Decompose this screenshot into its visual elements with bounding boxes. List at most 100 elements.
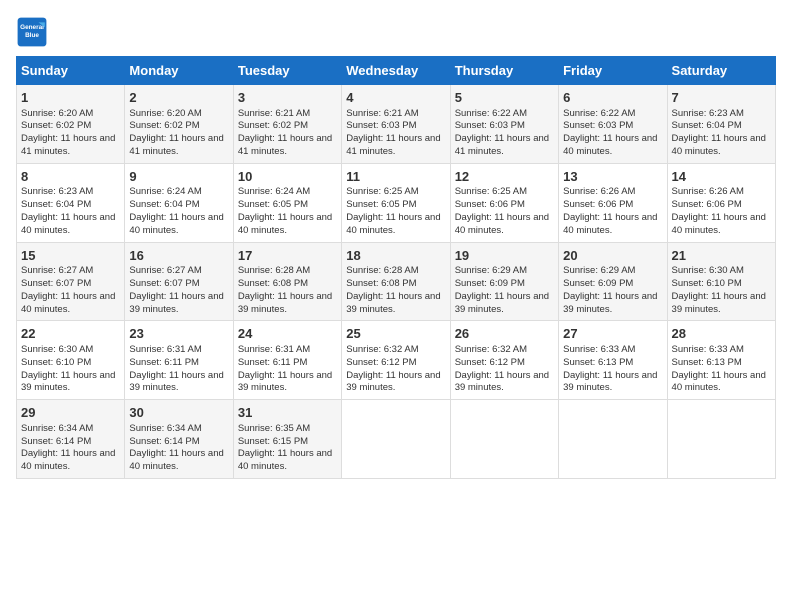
day-cell-11: 11Sunrise: 6:25 AMSunset: 6:05 PMDayligh… [342,163,450,242]
sunset-label: Sunset: 6:02 PM [129,120,199,131]
sunset-label: Sunset: 6:06 PM [563,199,633,210]
day-number: 19 [455,247,554,265]
sunset-label: Sunset: 6:09 PM [563,278,633,289]
daylight-label: Daylight: 11 hours and 39 minutes. [563,370,657,394]
sunrise-label: Sunrise: 6:21 AM [238,108,310,119]
sunset-label: Sunset: 6:10 PM [672,278,742,289]
daylight-label: Daylight: 11 hours and 40 minutes. [672,212,766,236]
day-cell-12: 12Sunrise: 6:25 AMSunset: 6:06 PMDayligh… [450,163,558,242]
day-cell-15: 15Sunrise: 6:27 AMSunset: 6:07 PMDayligh… [17,242,125,321]
day-number: 1 [21,89,120,107]
daylight-label: Daylight: 11 hours and 39 minutes. [672,291,766,315]
daylight-label: Daylight: 11 hours and 41 minutes. [346,133,440,157]
sunset-label: Sunset: 6:05 PM [346,199,416,210]
day-cell-22: 22Sunrise: 6:30 AMSunset: 6:10 PMDayligh… [17,321,125,400]
sunrise-label: Sunrise: 6:32 AM [346,344,418,355]
day-cell-16: 16Sunrise: 6:27 AMSunset: 6:07 PMDayligh… [125,242,233,321]
day-number: 2 [129,89,228,107]
logo-icon: General Blue [16,16,48,48]
day-number: 9 [129,168,228,186]
sunset-label: Sunset: 6:12 PM [346,357,416,368]
weekday-header-sunday: Sunday [17,57,125,85]
daylight-label: Daylight: 11 hours and 40 minutes. [21,448,115,472]
daylight-label: Daylight: 11 hours and 40 minutes. [672,133,766,157]
day-cell-6: 6Sunrise: 6:22 AMSunset: 6:03 PMDaylight… [559,85,667,164]
day-number: 5 [455,89,554,107]
day-cell-21: 21Sunrise: 6:30 AMSunset: 6:10 PMDayligh… [667,242,775,321]
day-number: 15 [21,247,120,265]
sunrise-label: Sunrise: 6:24 AM [129,186,201,197]
sunset-label: Sunset: 6:11 PM [238,357,308,368]
sunrise-label: Sunrise: 6:34 AM [21,423,93,434]
sunset-label: Sunset: 6:02 PM [238,120,308,131]
daylight-label: Daylight: 11 hours and 40 minutes. [129,448,223,472]
sunset-label: Sunset: 6:05 PM [238,199,308,210]
week-row-3: 15Sunrise: 6:27 AM Sunset: 6:07 PM Dayligh… [17,242,776,321]
sunrise-label: Sunrise: 6:35 AM [238,423,310,434]
sunset-label: Sunset: 6:04 PM [129,199,199,210]
day-cell-20: 20Sunrise: 6:29 AMSunset: 6:09 PMDayligh… [559,242,667,321]
sunset-label: Sunset: 6:13 PM [672,357,742,368]
day-cell-5: 5Sunrise: 6:22 AMSunset: 6:03 PMDaylight… [450,85,558,164]
daylight-label: Daylight: 11 hours and 39 minutes. [563,291,657,315]
day-number: 13 [563,168,662,186]
day-number: 26 [455,325,554,343]
day-number: 16 [129,247,228,265]
sunset-label: Sunset: 6:04 PM [672,120,742,131]
day-cell-7: 7Sunrise: 6:23 AMSunset: 6:04 PMDaylight… [667,85,775,164]
weekday-header-tuesday: Tuesday [233,57,341,85]
day-cell-28: 28Sunrise: 6:33 AMSunset: 6:13 PMDayligh… [667,321,775,400]
empty-cell [667,400,775,479]
sunset-label: Sunset: 6:10 PM [21,357,91,368]
day-number: 30 [129,404,228,422]
daylight-label: Daylight: 11 hours and 40 minutes. [563,212,657,236]
day-cell-19: 19Sunrise: 6:29 AMSunset: 6:09 PMDayligh… [450,242,558,321]
sunrise-label: Sunrise: 6:27 AM [21,265,93,276]
sunrise-label: Sunrise: 6:33 AM [563,344,635,355]
daylight-label: Daylight: 11 hours and 40 minutes. [21,212,115,236]
daylight-label: Daylight: 11 hours and 41 minutes. [129,133,223,157]
daylight-label: Daylight: 11 hours and 40 minutes. [21,291,115,315]
day-cell-8: 8Sunrise: 6:23 AMSunset: 6:04 PMDaylight… [17,163,125,242]
sunrise-label: Sunrise: 6:24 AM [238,186,310,197]
sunrise-label: Sunrise: 6:25 AM [455,186,527,197]
weekday-header-saturday: Saturday [667,57,775,85]
sunset-label: Sunset: 6:08 PM [238,278,308,289]
daylight-label: Daylight: 11 hours and 40 minutes. [129,212,223,236]
sunrise-label: Sunrise: 6:22 AM [455,108,527,119]
sunset-label: Sunset: 6:06 PM [672,199,742,210]
sunrise-label: Sunrise: 6:31 AM [238,344,310,355]
sunrise-label: Sunrise: 6:28 AM [346,265,418,276]
daylight-label: Daylight: 11 hours and 40 minutes. [238,212,332,236]
sunset-label: Sunset: 6:03 PM [346,120,416,131]
day-number: 20 [563,247,662,265]
empty-cell [559,400,667,479]
day-number: 22 [21,325,120,343]
day-number: 18 [346,247,445,265]
daylight-label: Daylight: 11 hours and 40 minutes. [672,370,766,394]
daylight-label: Daylight: 11 hours and 40 minutes. [563,133,657,157]
day-number: 25 [346,325,445,343]
day-number: 23 [129,325,228,343]
sunrise-label: Sunrise: 6:26 AM [672,186,744,197]
day-cell-1: 1Sunrise: 6:20 AMSunset: 6:02 PMDaylight… [17,85,125,164]
header: General Blue [16,16,776,48]
daylight-label: Daylight: 11 hours and 40 minutes. [346,212,440,236]
sunrise-label: Sunrise: 6:26 AM [563,186,635,197]
empty-cell [450,400,558,479]
daylight-label: Daylight: 11 hours and 39 minutes. [129,370,223,394]
sunset-label: Sunset: 6:02 PM [21,120,91,131]
sunset-label: Sunset: 6:15 PM [238,436,308,447]
weekday-header-wednesday: Wednesday [342,57,450,85]
day-cell-18: 18Sunrise: 6:28 AMSunset: 6:08 PMDayligh… [342,242,450,321]
daylight-label: Daylight: 11 hours and 40 minutes. [455,212,549,236]
sunset-label: Sunset: 6:07 PM [129,278,199,289]
sunrise-label: Sunrise: 6:31 AM [129,344,201,355]
day-number: 11 [346,168,445,186]
sunrise-label: Sunrise: 6:23 AM [672,108,744,119]
sunset-label: Sunset: 6:12 PM [455,357,525,368]
day-number: 4 [346,89,445,107]
daylight-label: Daylight: 11 hours and 41 minutes. [455,133,549,157]
sunrise-label: Sunrise: 6:28 AM [238,265,310,276]
empty-cell [342,400,450,479]
